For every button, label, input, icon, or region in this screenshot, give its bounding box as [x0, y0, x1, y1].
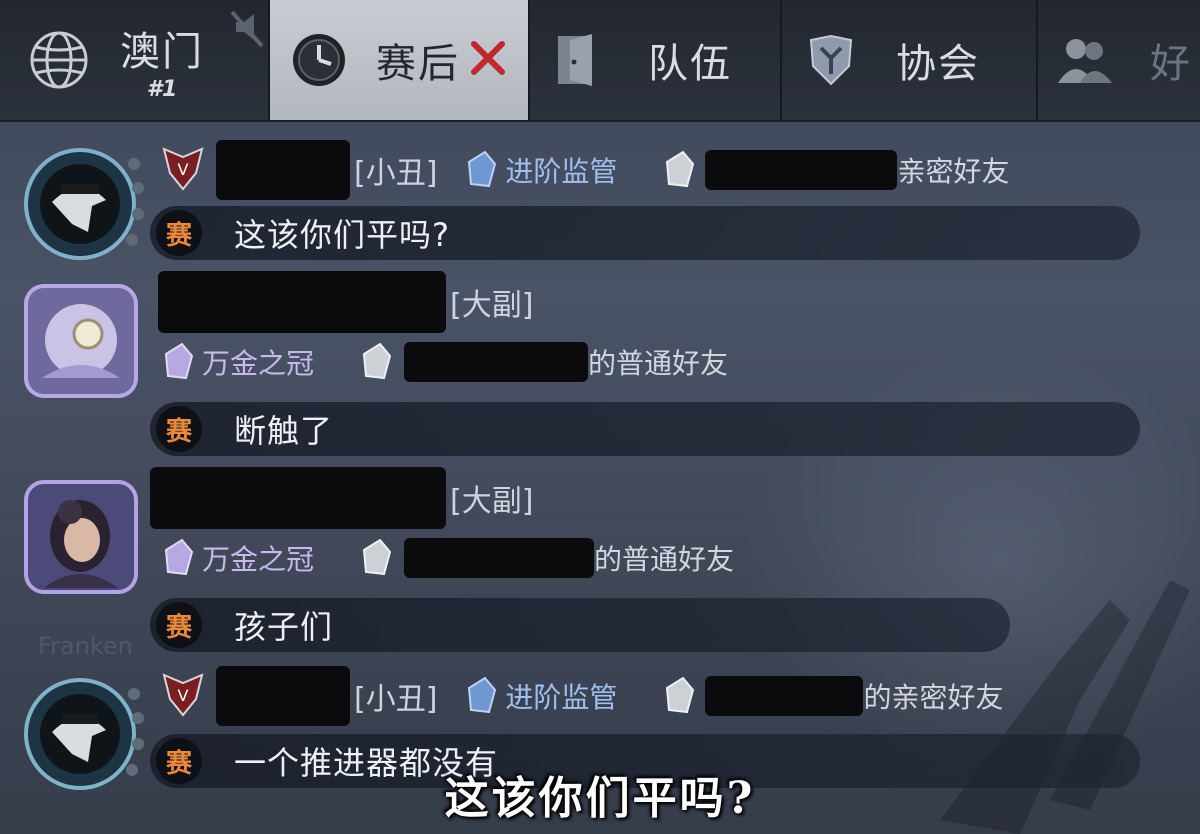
gem-icon: [666, 150, 695, 188]
gem-icon: [362, 538, 392, 576]
svg-text:V: V: [178, 686, 189, 705]
message-text: 断触了: [234, 412, 334, 450]
redacted-friend-name: [705, 676, 864, 716]
video-subtitle: 这该你们平吗?: [444, 773, 756, 824]
globe-icon: [24, 25, 94, 95]
message-subheader: 万金之冠 的普通好友: [134, 528, 734, 588]
avatar[interactable]: [22, 282, 140, 400]
tab-postgame[interactable]: 赛后: [270, 0, 530, 120]
avatar[interactable]: [22, 144, 144, 266]
gem-icon: [468, 150, 497, 188]
gem-icon: [164, 342, 194, 380]
message-bubble: 赛 断触了: [150, 402, 1140, 456]
redacted-name: [158, 271, 446, 333]
gem-icon: [468, 676, 497, 714]
friend-relation: 的亲密好友: [863, 681, 1004, 714]
rank-crest-icon: V: [160, 143, 206, 197]
friend-relation: 亲密好友: [897, 155, 1010, 188]
redacted-name: [216, 140, 350, 200]
message-header: [大副]: [150, 467, 534, 529]
player-role: [大副]: [450, 484, 534, 519]
shield-icon: [796, 25, 866, 95]
close-icon[interactable]: [468, 38, 508, 82]
message-subheader: 万金之冠 的普通好友: [134, 332, 728, 392]
message-text: 这该你们平吗?: [234, 216, 450, 254]
message-text: 孩子们: [234, 608, 334, 646]
gem-icon: [362, 342, 392, 380]
player-badge: 进阶监管: [505, 681, 618, 714]
redacted-friend-name: [404, 342, 589, 382]
mute-icon[interactable]: [228, 8, 266, 54]
top-tab-bar: 澳门 #1 赛后 队伍 协会 好: [0, 0, 1200, 122]
player-role: [小丑]: [354, 682, 438, 717]
door-icon: [542, 25, 612, 95]
tab-team-label: 队伍: [648, 41, 732, 87]
tab-team[interactable]: 队伍: [530, 0, 782, 120]
match-marker-badge: 赛: [156, 602, 202, 648]
friend-relation: 的普通好友: [588, 347, 729, 380]
player-badge: 进阶监管: [505, 155, 618, 188]
tab-guild-label: 协会: [896, 41, 980, 87]
clock-icon: [284, 25, 354, 95]
avatar[interactable]: [22, 478, 140, 596]
message-header: [大副]: [158, 271, 534, 333]
redacted-name: [150, 467, 446, 529]
player-role: [小丑]: [354, 156, 438, 191]
redacted-friend-name: [705, 150, 898, 190]
redacted-name: [216, 666, 350, 726]
player-role: [大副]: [450, 288, 534, 323]
player-badge: 万金之冠: [202, 543, 315, 576]
match-marker-badge: 赛: [156, 406, 202, 452]
tab-guild[interactable]: 协会: [782, 0, 1038, 120]
tab-friends[interactable]: 好: [1038, 0, 1200, 120]
tab-friends-label: 好: [1150, 41, 1192, 87]
match-marker-badge: 赛: [156, 210, 202, 256]
rank-crest-icon: V: [160, 669, 206, 723]
message-bubble: 赛 孩子们: [150, 598, 1010, 652]
tab-region-label: 澳门: [120, 28, 204, 75]
friend-relation: 的普通好友: [594, 543, 735, 576]
tab-region[interactable]: 澳门 #1: [0, 0, 270, 120]
friends-icon: [1050, 25, 1120, 95]
player-badge: 万金之冠: [202, 347, 315, 380]
redacted-friend-name: [404, 538, 595, 578]
message-bubble: 赛 这该你们平吗?: [150, 206, 1140, 260]
svg-text:V: V: [178, 160, 189, 179]
gem-icon: [666, 676, 695, 714]
message-header: V [小丑] 进阶监管 亲密好友: [160, 140, 1009, 200]
background-watermark: Franken: [38, 632, 133, 660]
region-rank: #1: [146, 76, 178, 102]
message-header: V [小丑] 进阶监管 的亲密好友: [160, 666, 1003, 726]
tab-postgame-label: 赛后: [376, 41, 460, 87]
gem-icon: [164, 538, 194, 576]
